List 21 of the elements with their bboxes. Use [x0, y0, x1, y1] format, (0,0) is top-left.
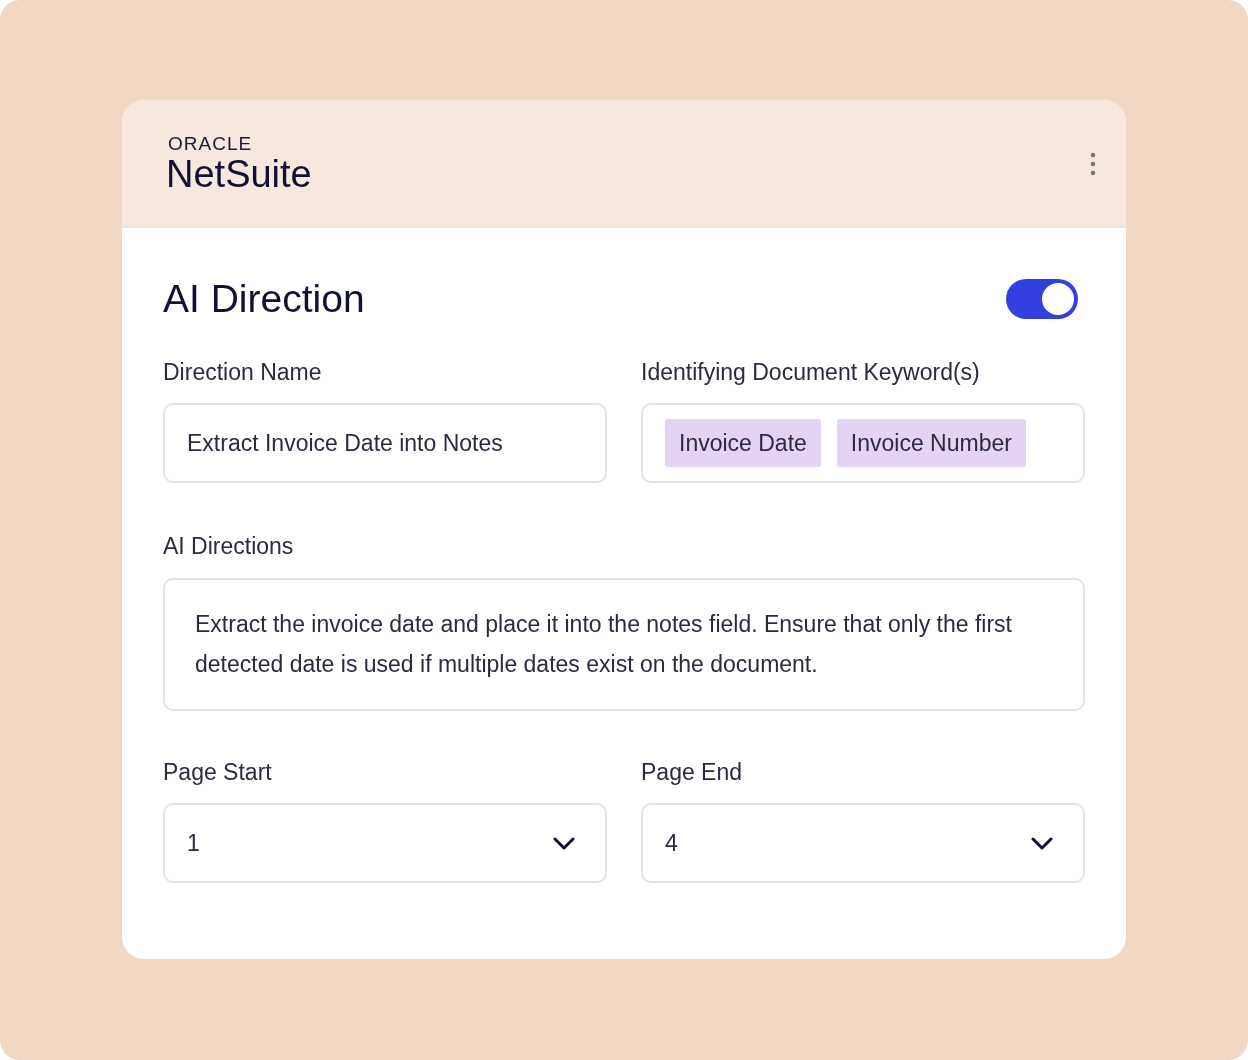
chevron-down-icon — [553, 836, 575, 850]
input-field[interactable]: Extract Invoice Date into Notes — [163, 403, 607, 483]
field-label: Identifying Document Keyword(s) — [641, 357, 981, 387]
keyword-field[interactable]: Invoice Date Invoice Number — [641, 403, 1085, 483]
field-label: Page End — [641, 757, 744, 787]
select-value: 1 — [187, 828, 200, 858]
dropdown-select[interactable]: 4 — [641, 803, 1085, 883]
select-value: 4 — [665, 828, 678, 858]
keyword-tag[interactable]: Invoice Number — [836, 419, 1026, 467]
product-logo-text: NetSuite — [166, 155, 312, 193]
field-label: Direction Name — [163, 357, 323, 387]
text-area[interactable]: Extract the invoice date and place it into the notes field. Ensure that only the first detected date is used if multiple dates exist on the document. — [163, 577, 1085, 711]
field-label: AI Directions — [163, 532, 295, 561]
section-title: AI Direction — [163, 276, 365, 322]
more-menu-icon[interactable] — [1090, 151, 1096, 176]
field-label: Page Start — [163, 757, 273, 787]
keyword-tag[interactable]: Invoice Date — [665, 419, 821, 467]
brand-logo-text: ORACLE — [168, 134, 254, 153]
chevron-down-icon — [1031, 836, 1053, 850]
toggle-switch[interactable] — [1006, 279, 1078, 320]
dropdown-select[interactable]: 1 — [163, 803, 607, 883]
